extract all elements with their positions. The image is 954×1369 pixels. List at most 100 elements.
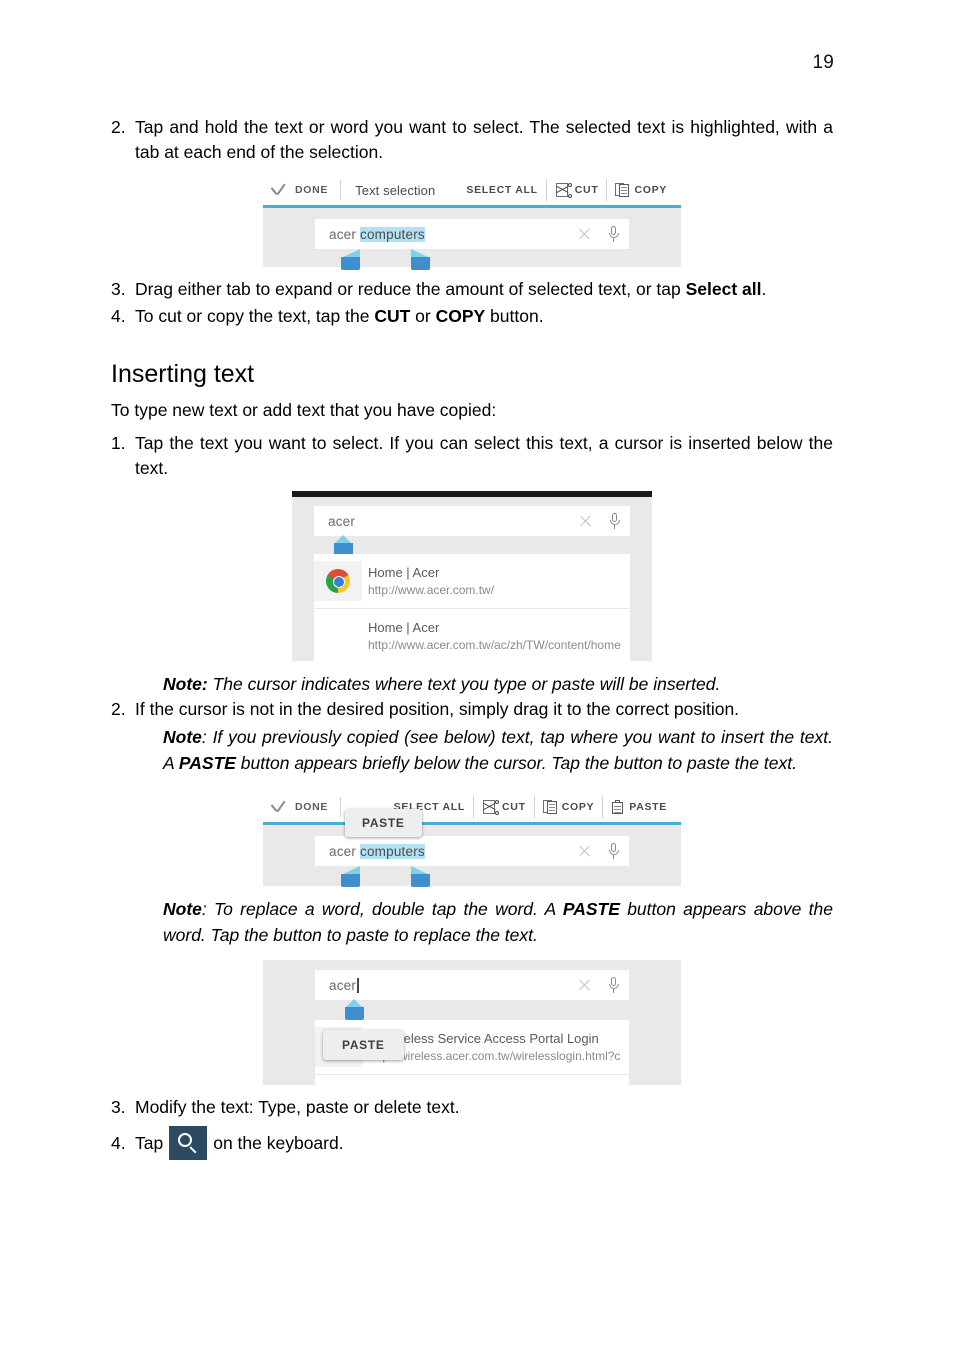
- step-3-number: 3.: [111, 279, 126, 299]
- clear-icon[interactable]: [579, 514, 593, 528]
- screenshot-paste-bubble: DONE SELECT ALL CUT COPY PASTE PASTE ace…: [263, 792, 681, 887]
- paste-popup-button[interactable]: PASTE: [345, 809, 422, 837]
- list-item[interactable]: Home | Acer http://www.acer.com.tw/ac/zh…: [314, 609, 630, 661]
- note-lead: Note:: [163, 674, 208, 694]
- clear-icon[interactable]: [578, 844, 592, 858]
- suggestion-title: Home | Acer: [368, 564, 440, 580]
- text-cursor: [357, 977, 359, 993]
- suggestion-url: http://www.acer.com.tw/: [368, 582, 495, 597]
- microphone-icon[interactable]: [608, 226, 619, 242]
- page-content: 2. Tap and hold the text or word you wan…: [111, 115, 833, 1160]
- screenshot-body: acer: [292, 497, 652, 661]
- note-paste-below: Note: If you previously copied (see belo…: [163, 727, 833, 773]
- suggestion-url: http://www.acer.com.tw/ac/zh/TW/content/…: [368, 637, 621, 652]
- done-button[interactable]: DONE: [269, 797, 342, 817]
- copy-button[interactable]: COPY: [533, 796, 603, 818]
- cut-emphasis: CUT: [374, 306, 411, 326]
- suggestion-url: http://wireless.acer.com.tw/wirelesslogi…: [369, 1048, 621, 1063]
- copy-icon: [615, 182, 630, 198]
- section-intro: To type new text or add text that you ha…: [111, 400, 497, 420]
- insert-step-2-text: If the cursor is not in the desired posi…: [135, 699, 740, 719]
- search-field-actions: [578, 843, 619, 859]
- step-3-text: Drag either tab to expand or reduce the …: [135, 279, 767, 299]
- select-all-button[interactable]: SELECT ALL: [458, 179, 545, 201]
- checkmark-icon: [269, 800, 286, 814]
- step-2: 2. Tap and hold the text or word you wan…: [111, 115, 833, 165]
- step-3: 3. Drag either tab to expand or reduce t…: [111, 277, 833, 302]
- selection-handle-end[interactable]: [411, 866, 430, 887]
- screenshot-body: acer computers: [263, 208, 681, 270]
- chrome-icon: [326, 569, 350, 593]
- cursor-handle[interactable]: [334, 535, 353, 556]
- paste-label: PASTE: [629, 801, 667, 813]
- selection-handle-start[interactable]: [341, 249, 360, 270]
- screenshot-cursor-suggestions: acer Home | Acer http://www.acer.com.tw/…: [292, 491, 652, 661]
- selected-text: computers: [360, 226, 425, 242]
- copy-button[interactable]: COPY: [606, 179, 675, 201]
- microphone-icon[interactable]: [608, 977, 619, 993]
- insert-step-4-text-b: on the keyboard.: [213, 1132, 344, 1153]
- contextual-action-bar: DONE SELECT ALL CUT COPY PASTE: [263, 792, 681, 825]
- suggestion-icon-cell: [314, 616, 362, 656]
- step-4-text: To cut or copy the text, tap the CUT or …: [135, 306, 544, 326]
- cab-actions: SELECT ALL CUT COPY: [386, 796, 675, 818]
- list-item[interactable]: Acer Wireless Service Access Portal Logi…: [315, 1075, 629, 1085]
- search-query: acer: [328, 513, 356, 529]
- insert-step-1: 1. Tap the text you want to select. If y…: [111, 431, 833, 481]
- search-input[interactable]: acer: [314, 506, 630, 536]
- suggestion-text: Home | Acer http://www.acer.com.tw/: [362, 564, 622, 599]
- search-query: acer: [329, 977, 359, 993]
- paste-button[interactable]: PASTE: [602, 796, 675, 818]
- insert-step-4-text-a: Tap: [135, 1132, 164, 1153]
- insert-step-4: 4. Tap on the keyboard.: [111, 1126, 833, 1160]
- suggestion-icon-cell: [314, 561, 362, 601]
- copy-icon: [542, 799, 558, 815]
- clear-icon[interactable]: [578, 978, 592, 992]
- copy-label: COPY: [561, 801, 595, 813]
- suggestion-title: er Wireless Service Access Portal Login: [369, 1030, 599, 1046]
- insert-step-1-text: Tap the text you want to select. If you …: [135, 433, 833, 478]
- microphone-icon[interactable]: [608, 843, 619, 859]
- step-4: 4. To cut or copy the text, tap the CUT …: [111, 304, 833, 329]
- cut-icon: [555, 182, 572, 198]
- search-input[interactable]: acer computers: [315, 219, 629, 249]
- cut-button[interactable]: CUT: [545, 179, 607, 201]
- contextual-action-bar: DONE Text selection SELECT ALL CUT COPY: [263, 175, 681, 208]
- search-query: acer computers: [329, 843, 425, 859]
- suggestion-icon-cell: [315, 1079, 363, 1085]
- note-lead: Note: [163, 727, 202, 747]
- microphone-icon[interactable]: [609, 513, 620, 529]
- insert-step-3-text: Modify the text: Type, paste or delete t…: [135, 1097, 460, 1117]
- select-all-emphasis: Select all: [685, 279, 762, 299]
- paste-emphasis: PASTE: [562, 899, 620, 919]
- copy-emphasis: COPY: [435, 306, 486, 326]
- paste-emphasis: PASTE: [178, 753, 236, 773]
- cut-label: CUT: [502, 801, 526, 813]
- search-key-icon: [169, 1126, 208, 1160]
- cut-icon: [482, 799, 500, 815]
- selected-text: computers: [360, 843, 425, 859]
- search-input[interactable]: acer: [315, 970, 629, 1000]
- clear-icon[interactable]: [578, 227, 592, 241]
- cursor-handle[interactable]: [345, 999, 364, 1020]
- step-2-text: Tap and hold the text or word you want t…: [135, 117, 833, 162]
- paste-popup-button[interactable]: PASTE: [323, 1030, 404, 1060]
- list-item[interactable]: Home | Acer http://www.acer.com.tw/: [314, 554, 630, 609]
- step-2-number: 2.: [111, 117, 126, 137]
- insert-step-3-number: 3.: [111, 1097, 126, 1117]
- insert-step-2: 2. If the cursor is not in the desired p…: [111, 697, 833, 722]
- selection-handle-start[interactable]: [341, 866, 360, 887]
- note-cursor: Note: The cursor indicates where text yo…: [163, 674, 721, 694]
- cab-title: Text selection: [355, 182, 436, 198]
- note-lead: Note: [163, 899, 202, 919]
- page-number: 19: [812, 52, 834, 73]
- search-query: acer computers: [329, 226, 425, 242]
- done-label: DONE: [295, 801, 329, 813]
- copy-label: COPY: [634, 184, 667, 196]
- selection-handle-end[interactable]: [411, 249, 430, 270]
- checkmark-icon: [269, 183, 286, 197]
- done-button[interactable]: DONE: [269, 180, 342, 200]
- search-input[interactable]: acer computers: [315, 836, 629, 866]
- cut-button[interactable]: CUT: [473, 796, 534, 818]
- search-field-actions: [578, 226, 619, 242]
